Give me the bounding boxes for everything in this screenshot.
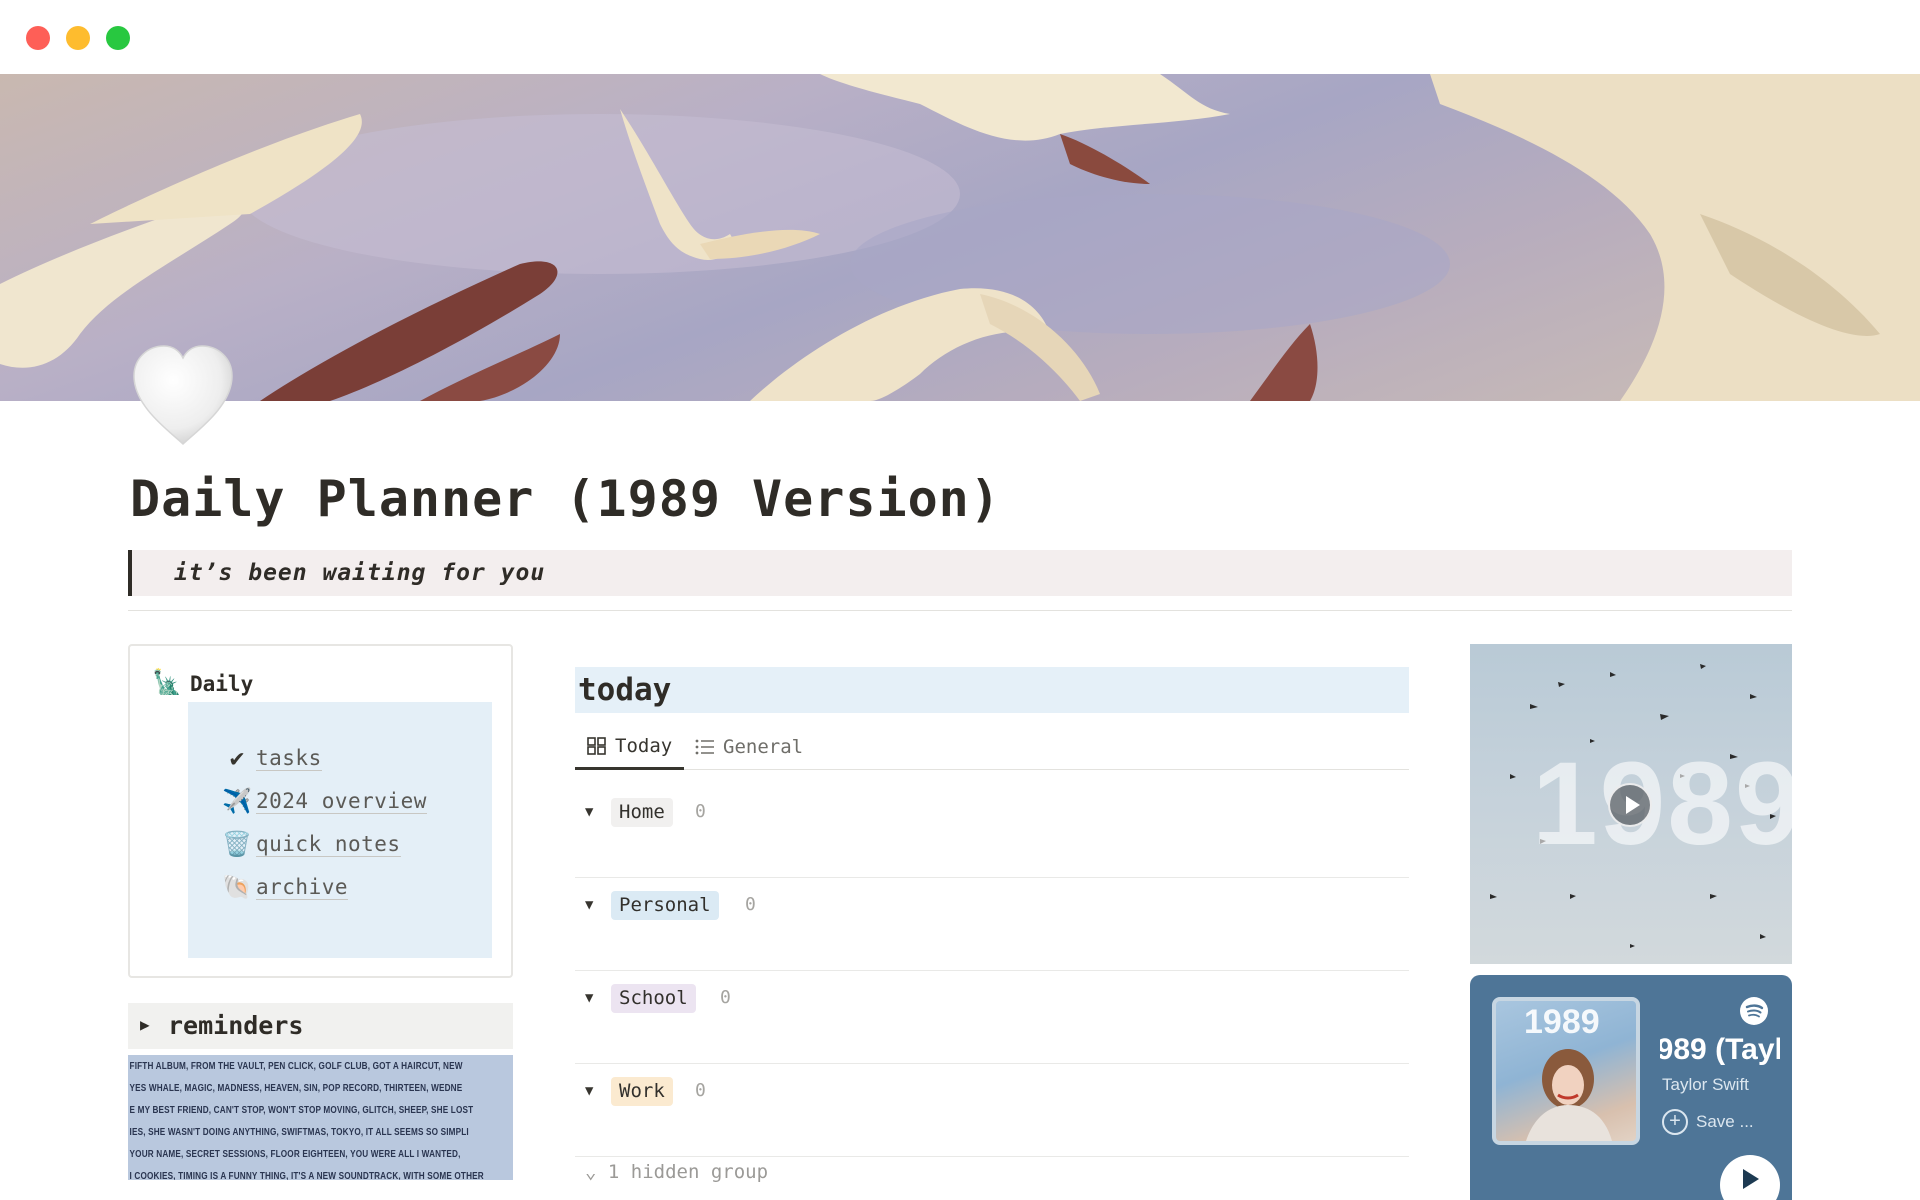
- link-tasks[interactable]: ✔ tasks: [222, 740, 322, 776]
- album-cover-art: 1989: [1492, 997, 1640, 1145]
- lyric-line: I COOKIES, TIMING IS A FUNNY THING, IT'S…: [129, 1170, 484, 1180]
- chevron-down-icon: ⌄: [585, 1161, 597, 1183]
- window-titlebar: [0, 0, 1920, 74]
- lyrics-image: FIFTH ALBUM, FROM THE VAULT, PEN CLICK, …: [128, 1055, 513, 1180]
- collapse-triangle-icon[interactable]: ▼: [585, 897, 593, 913]
- play-button[interactable]: [1720, 1155, 1780, 1200]
- collapse-triangle-icon[interactable]: ▼: [585, 804, 593, 820]
- daily-card: 🗽 Daily ✔ tasks ✈️ 2024 overview 🗑️ quic…: [128, 644, 513, 978]
- board-view-icon: [587, 736, 607, 755]
- maximize-window-button[interactable]: [106, 26, 130, 50]
- lyric-line: YOUR NAME, SECRET SESSIONS, FLOOR EIGHTE…: [129, 1148, 461, 1160]
- group-home: ▼ Home 0: [575, 785, 1409, 878]
- tab-general[interactable]: General: [695, 724, 803, 770]
- plus-icon: +: [1662, 1109, 1688, 1135]
- quote-text: it’s been waiting for you: [174, 560, 546, 586]
- today-heading-text: today: [578, 672, 672, 708]
- daily-heading: Daily: [190, 672, 254, 696]
- collapse-triangle-icon[interactable]: ▼: [585, 1083, 593, 1099]
- album-title-text: 1989: [1532, 738, 1792, 870]
- group-count: 0: [695, 1080, 706, 1101]
- track-title[interactable]: 1989 (Taylor's Version): [1660, 1033, 1780, 1067]
- group-school: ▼ School 0: [575, 971, 1409, 1064]
- reminders-toggle[interactable]: ▶ reminders: [128, 1003, 513, 1049]
- group-tag[interactable]: School: [611, 984, 696, 1013]
- group-work: ▼ Work 0: [575, 1064, 1409, 1157]
- wastebasket-icon: 🗑️: [222, 830, 252, 858]
- lyric-line: FIFTH ALBUM, FROM THE VAULT, PEN CLICK, …: [129, 1060, 463, 1072]
- page-quote[interactable]: it’s been waiting for you: [128, 550, 1792, 596]
- group-count: 0: [695, 801, 706, 822]
- lyric-line: YES WHALE, MAGIC, MADNESS, HEAVEN, SIN, …: [129, 1082, 463, 1094]
- play-icon[interactable]: [1608, 783, 1652, 827]
- minimize-window-button[interactable]: [66, 26, 90, 50]
- airplane-icon: ✈️: [222, 787, 252, 815]
- today-heading[interactable]: today: [575, 667, 1409, 713]
- shell-icon: 🐚: [222, 873, 252, 901]
- album-video-embed[interactable]: 1989: [1470, 644, 1792, 964]
- page-cover-image: [0, 74, 1920, 401]
- reminders-label: reminders: [168, 1011, 304, 1040]
- lyric-line: IES, SHE WASN'T DOING ANYTHING, SWIFTMAS…: [129, 1126, 469, 1138]
- save-label: Save ...: [1696, 1112, 1754, 1131]
- daily-links-panel: ✔ tasks ✈️ 2024 overview 🗑️ quick notes …: [188, 702, 492, 958]
- cover-portrait-illustration: [1526, 1049, 1612, 1141]
- checkmark-icon: ✔: [229, 744, 245, 772]
- divider: [128, 610, 1792, 611]
- close-window-button[interactable]: [26, 26, 50, 50]
- statue-of-liberty-icon: 🗽: [152, 668, 182, 696]
- spotify-embed[interactable]: 1989 1989 (Taylor's Version) Taylor Swif…: [1470, 975, 1792, 1200]
- view-tabs: Today General: [575, 724, 1409, 770]
- track-title-text: 1989 (Taylor's Version): [1660, 1033, 1780, 1066]
- hidden-groups-label: 1 hidden group: [607, 1161, 769, 1183]
- white-heart-icon[interactable]: [128, 340, 238, 450]
- group-tag[interactable]: Work: [611, 1077, 673, 1106]
- tab-today[interactable]: Today: [575, 724, 685, 770]
- link-label: tasks: [256, 745, 322, 771]
- group-count: 0: [745, 894, 756, 915]
- link-2024-overview[interactable]: ✈️ 2024 overview: [222, 783, 427, 819]
- link-label: archive: [256, 874, 349, 900]
- group-tag[interactable]: Home: [611, 798, 673, 827]
- artist-name[interactable]: Taylor Swift: [1662, 1075, 1749, 1095]
- link-label: 2024 overview: [256, 788, 427, 814]
- group-personal: ▼ Personal 0: [575, 878, 1409, 971]
- page-title[interactable]: Daily Planner (1989 Version): [130, 470, 1001, 528]
- group-count: 0: [720, 987, 731, 1008]
- hidden-groups-toggle[interactable]: ⌄ 1 hidden group: [585, 1161, 768, 1183]
- tab-label: General: [723, 736, 804, 758]
- list-view-icon: [695, 739, 715, 755]
- lyric-line: E MY BEST FRIEND, CAN'T STOP, WON'T STOP…: [129, 1104, 474, 1116]
- save-button[interactable]: + Save ...: [1662, 1109, 1754, 1135]
- group-tag[interactable]: Personal: [611, 891, 719, 920]
- toggle-triangle-icon[interactable]: ▶: [140, 1015, 150, 1034]
- link-label: quick notes: [256, 831, 401, 857]
- link-archive[interactable]: 🐚 archive: [222, 869, 349, 905]
- tab-label: Today: [615, 734, 673, 757]
- spotify-icon[interactable]: [1740, 997, 1768, 1025]
- collapse-triangle-icon[interactable]: ▼: [585, 990, 593, 1006]
- link-quick-notes[interactable]: 🗑️ quick notes: [222, 826, 401, 862]
